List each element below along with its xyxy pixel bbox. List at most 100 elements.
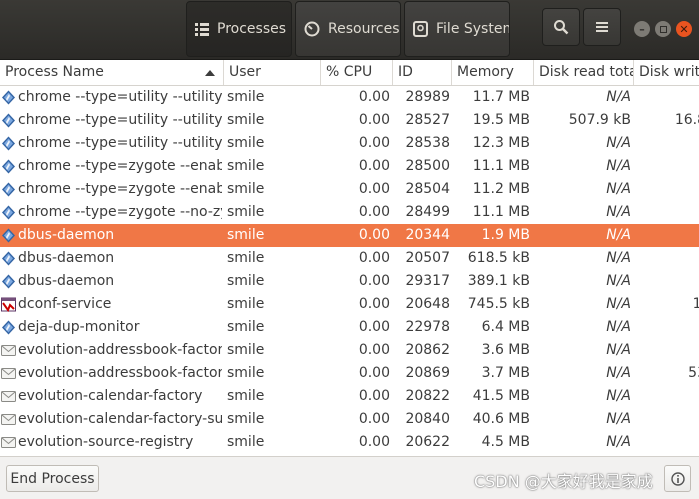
disk-read-cell: N/A [606,388,631,404]
column-disk-read[interactable]: Disk read total [534,60,634,85]
table-row[interactable]: evolution-addressbook-factory-subprocess… [0,362,699,385]
column-id-label: ID [398,64,413,80]
id-cell: 20648 [405,296,450,312]
tab-resources[interactable]: Resources [295,1,401,57]
disk-write-cell [636,339,699,362]
disk-write-cell [636,155,699,178]
cpu-cell: 0.00 [358,342,390,358]
tab-file-systems[interactable]: File Systems [404,1,510,57]
chrome-icon [1,136,16,151]
cpu-cell: 0.00 [358,365,390,381]
table-row[interactable]: deja-dup-monitor smile 0.00 22978 6.4 MB N/A [0,316,699,339]
search-icon [554,20,569,35]
process-name-cell: dbus-daemon [18,273,115,289]
process-list: chrome --type=utility --utility-sub-type… [0,86,699,456]
disk-read-cell: N/A [606,250,631,266]
envelope-icon [1,412,16,427]
disk-read-cell: N/A [606,342,631,358]
disk-read-cell: N/A [606,89,631,105]
process-name-cell: dbus-daemon [18,227,115,243]
column-memory[interactable]: Memory [452,60,534,85]
disk-read-cell: 507.9 kB [568,112,631,128]
column-process-name[interactable]: Process Name [0,60,224,85]
table-row[interactable]: evolution-source-registry smile 0.00 20622 4… [0,431,699,454]
hamburger-icon [596,22,608,32]
memory-cell: 3.7 MB [481,365,530,381]
memory-cell: 4.5 MB [481,434,530,450]
table-row[interactable]: dbus-daemon smile 0.00 20507 618.5 kB N/A [0,247,699,270]
id-cell: 20869 [405,365,450,381]
memory-cell: 1.9 MB [481,227,530,243]
end-process-button[interactable]: End Process [6,465,99,492]
process-name-cell: evolution-addressbook-factory [18,342,222,358]
table-row[interactable]: chrome --type=utility --utility-sub-type… [0,86,699,109]
table-row[interactable]: dbus-daemon smile 0.00 20344 1.9 MB N/A [0,224,699,247]
id-cell: 28500 [405,158,450,174]
envelope-icon [1,366,16,381]
disk-read-cell: N/A [606,158,631,174]
column-id[interactable]: ID [393,60,452,85]
column-cpu[interactable]: % CPU [321,60,393,85]
table-row[interactable]: chrome --type=utility --utility-sub-type… [0,132,699,155]
chrome-icon [1,159,16,174]
id-cell: 28989 [405,89,450,105]
diamond-icon [1,320,16,335]
user-cell: smile [227,296,265,312]
id-cell: 22978 [405,319,450,335]
disk-read-cell: N/A [606,319,631,335]
id-cell: 20840 [405,411,450,427]
memory-cell: 11.7 MB [472,89,530,105]
menu-button[interactable] [583,8,621,46]
sort-ascending-icon [205,70,215,76]
user-cell: smile [227,319,265,335]
table-row[interactable]: chrome --type=zygote --no-zygote-sandbox… [0,201,699,224]
chrome-icon [1,90,16,105]
cpu-cell: 0.00 [358,273,390,289]
table-row[interactable]: evolution-addressbook-factory smile 0.00 20… [0,339,699,362]
user-cell: smile [227,158,265,174]
chrome-icon [1,182,16,197]
table-row[interactable]: dconf-service smile 0.00 20648 745.5 kB N/A 1. [0,293,699,316]
disk-read-cell: N/A [606,411,631,427]
disk-read-cell: N/A [606,296,631,312]
process-info-button[interactable] [664,465,691,492]
envelope-icon [1,343,16,358]
table-row[interactable]: chrome --type=utility --utility-sub-type… [0,109,699,132]
table-row[interactable]: evolution-calendar-factory smile 0.00 20822… [0,385,699,408]
cpu-cell: 0.00 [358,250,390,266]
disk-write-cell [636,270,699,293]
process-name-cell: chrome --type=utility --utility-sub-type [18,112,222,128]
process-name-cell: chrome --type=zygote --enable-crash-repo… [18,181,222,197]
close-button[interactable]: ✕ [676,21,692,37]
table-row[interactable]: chrome --type=zygote --enable-crash-repo… [0,178,699,201]
diamond-icon [1,251,16,266]
search-button[interactable] [542,8,580,46]
process-name-cell: evolution-source-registry [18,434,194,450]
id-cell: 20862 [405,342,450,358]
user-cell: smile [227,89,265,105]
minimize-button[interactable]: – [634,21,650,37]
table-row[interactable]: chrome --type=zygote --enable-crash-repo… [0,155,699,178]
memory-cell: 12.3 MB [472,135,530,151]
disk-read-cell: N/A [606,135,631,151]
table-row[interactable]: dbus-daemon smile 0.00 29317 389.1 kB N/A [0,270,699,293]
column-user[interactable]: User [224,60,321,85]
chrome-icon [1,205,16,220]
info-icon [670,471,685,486]
memory-cell: 3.6 MB [481,342,530,358]
column-disk-write-label: Disk write [639,64,699,80]
maximize-button[interactable] [655,21,671,37]
memory-cell: 745.5 kB [467,296,530,312]
chrome-icon [1,113,16,128]
id-cell: 20344 [405,227,450,243]
disk-read-cell: N/A [606,365,631,381]
table-row[interactable]: evolution-calendar-factory-subprocess smi… [0,408,699,431]
disk-read-cell: N/A [606,204,631,220]
column-disk-write[interactable]: Disk write [634,60,699,85]
memory-cell: 389.1 kB [467,273,530,289]
cpu-cell: 0.00 [358,89,390,105]
cpu-cell: 0.00 [358,388,390,404]
column-header: Process Name User % CPU ID Memory Disk r… [0,60,699,86]
disk-write-cell [636,408,699,431]
tab-processes[interactable]: Processes [186,1,292,57]
